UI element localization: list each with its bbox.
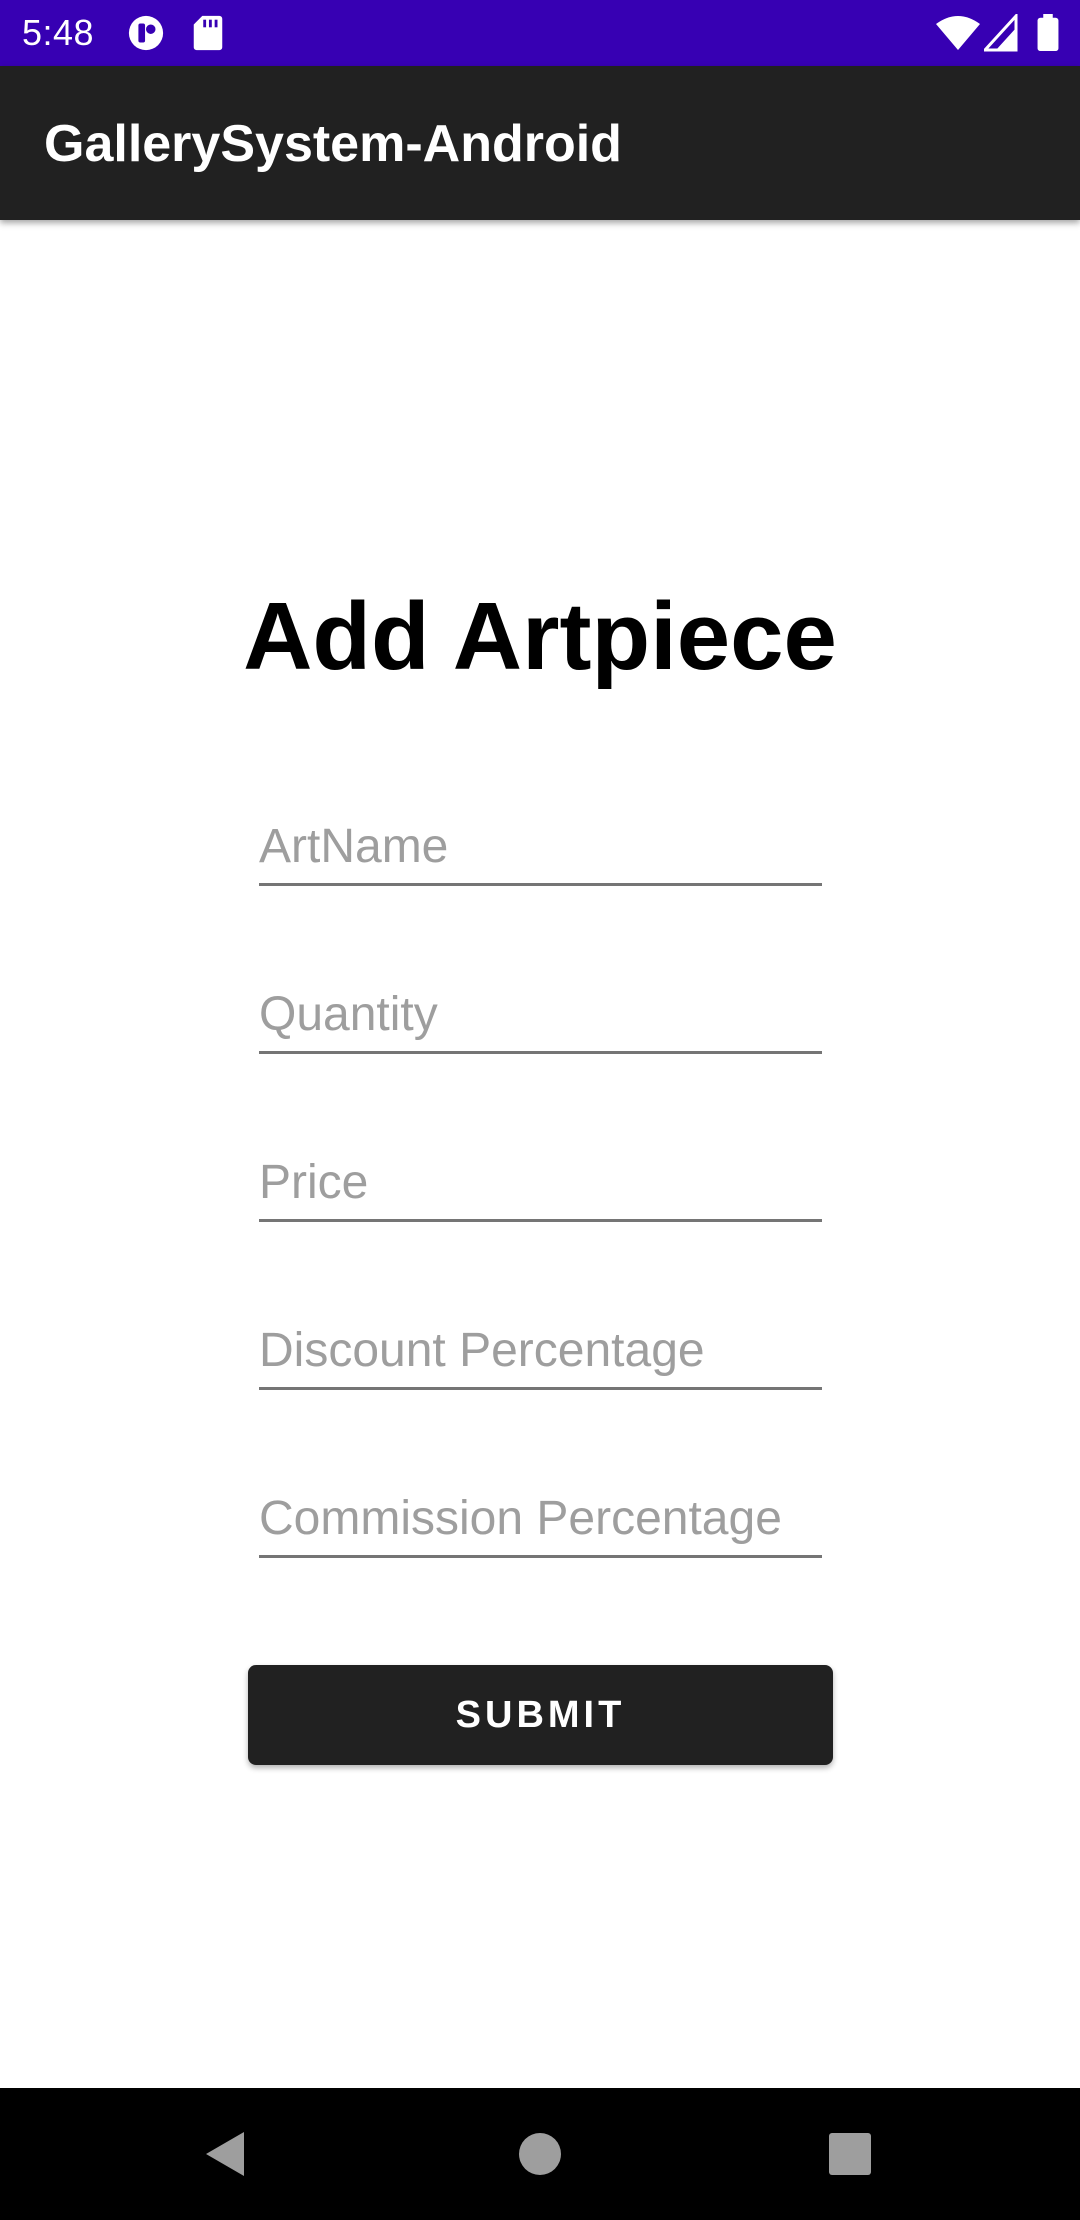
- signal-icon: [984, 14, 1018, 52]
- submit-button[interactable]: SUBMIT: [248, 1665, 833, 1765]
- navigation-bar: [0, 2088, 1080, 2220]
- app-bar: GallerySystem-Android: [0, 66, 1080, 220]
- sd-card-icon: [193, 15, 223, 51]
- back-icon[interactable]: [196, 2124, 256, 2184]
- recents-icon[interactable]: [820, 2124, 880, 2184]
- status-bar: 5:48: [0, 0, 1080, 66]
- app-title: GallerySystem-Android: [44, 115, 622, 173]
- battery-icon: [1037, 14, 1059, 52]
- price-input[interactable]: [259, 1150, 822, 1222]
- wifi-icon: [936, 16, 980, 50]
- status-time: 5:48: [22, 12, 95, 53]
- notification-app-icon: [128, 15, 164, 51]
- art-name-input[interactable]: [259, 814, 822, 886]
- quantity-input[interactable]: [259, 982, 822, 1054]
- commission-percentage-input[interactable]: [259, 1486, 822, 1558]
- page-title: Add Artpiece: [243, 583, 837, 690]
- discount-percentage-input[interactable]: [259, 1318, 822, 1390]
- home-icon[interactable]: [510, 2124, 570, 2184]
